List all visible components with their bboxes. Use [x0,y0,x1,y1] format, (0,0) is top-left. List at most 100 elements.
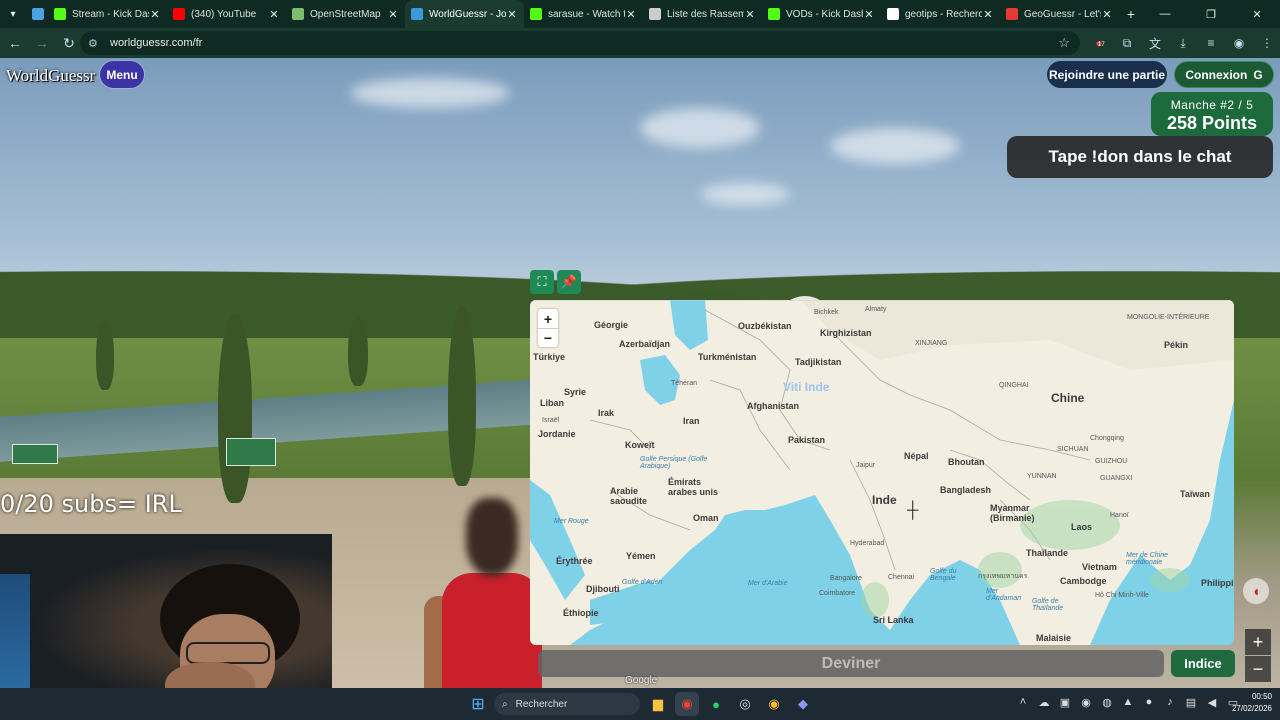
pedestrian-blurred [424,498,542,688]
discord-icon[interactable]: ◆ [791,692,815,716]
reload-icon[interactable]: ↻ [57,31,81,55]
browser-tab[interactable]: VODs - Kick Dashbo✕ [762,0,881,28]
browser-menu-icon[interactable]: ⋮ [1260,36,1274,50]
browser-tab[interactable]: Stream - Kick Dashb✕ [48,0,167,28]
map-label: Thaïlande [1026,548,1069,558]
worldguessr-logo[interactable]: WorldGuessr [6,66,95,86]
map-zoom-in-button[interactable]: + [538,309,558,328]
new-tab-button[interactable]: + [1119,6,1143,22]
onedrive-icon[interactable]: ☁ [1037,696,1051,712]
hint-button[interactable]: Indice [1171,650,1235,677]
kick-icon [530,8,542,20]
tray-app-icon[interactable]: ◉ [1079,696,1093,712]
cypress-tree [348,316,368,386]
map-label: GUIZHOU [1095,458,1128,465]
score-panel: Manche #2 / 5 258 Points [1151,92,1273,136]
taskbar-clock[interactable]: 00:50 27/02/2026 [1232,691,1272,715]
browser-tab[interactable]: WorldGuessr - Jouer✕ [405,0,524,28]
tab-title: VODs - Kick Dashbo [786,8,863,20]
tab-title: GeoGuessr - Let's ex [1024,8,1101,20]
bookmark-star-icon[interactable]: ☆ [1058,35,1070,51]
volume-icon[interactable]: ◀ [1205,696,1219,712]
browser-tab[interactable]: (340) YouTube ✕ [167,0,286,28]
tray-chevron-icon[interactable]: ˄ [1016,696,1030,712]
map-label: Golfe de Thaïlande [1032,598,1064,612]
close-tab-icon[interactable]: ✕ [982,8,994,21]
map-label: Érythrée [556,556,593,566]
close-tab-icon[interactable]: ✕ [744,8,756,21]
close-tab-icon[interactable]: ✕ [625,8,637,21]
close-tab-icon[interactable]: ✕ [387,8,399,21]
minimize-icon[interactable]: — [1142,0,1188,28]
webcam-feed [0,534,332,688]
expand-map-icon[interactable]: ⛶ [530,270,554,294]
media-icon[interactable]: ≡ [1204,36,1218,50]
tray-app-icon[interactable]: ▲ [1121,696,1135,712]
map-zoom-out-button[interactable]: − [538,328,558,347]
file-explorer-icon[interactable]: ▆ [646,692,670,716]
network-icon[interactable]: ▤ [1184,696,1198,712]
close-tab-icon[interactable]: ✕ [268,8,280,21]
cloud [700,183,790,205]
download-icon[interactable]: ⤓ [1176,36,1190,51]
join-game-button[interactable]: Rejoindre une partie [1047,61,1167,88]
screen: ▾ Stream - Kick Dashb✕(340) YouTube✕Open… [0,0,1280,720]
map-label: Cambodge [1060,576,1107,586]
site-info-icon[interactable]: ⚙ [88,37,102,50]
tray-app-icon[interactable]: ▣ [1058,696,1072,712]
list-icon [649,8,661,20]
map-label: Koweït [625,440,655,450]
browser-tab[interactable]: GeoGuessr - Let's ex✕ [1000,0,1119,28]
restore-icon[interactable]: ❐ [1188,0,1234,28]
taskbar-apps: ▆ ◉ ● ◎ ◉ ◆ [646,692,815,716]
spotify-tray-icon[interactable]: ● [1142,696,1156,712]
close-window-icon[interactable]: ✕ [1234,0,1280,28]
close-tab-icon[interactable]: ✕ [863,8,875,21]
tab-title: Liste des Rassemble [667,8,744,20]
tab-search-button[interactable]: ▾ [0,0,26,28]
tray-app-icon[interactable]: ◍ [1100,696,1114,712]
browser-tab[interactable] [26,0,48,28]
browser-tab[interactable]: sarasue - Watch the✕ [524,0,643,28]
map-label: Djibouti [586,584,620,594]
menu-button[interactable]: Menu [100,61,144,88]
browser-tab[interactable]: geotips - Recherche✕ [881,0,1000,28]
browser-tab-bar: ▾ Stream - Kick Dashb✕(340) YouTube✕Open… [0,0,1280,28]
map-label: Éthiopie [563,608,599,618]
map-label: Philippines [1201,578,1234,588]
obs-icon[interactable]: ◎ [733,692,757,716]
translate-icon[interactable]: 文 [1148,35,1162,52]
back-icon[interactable]: ← [3,31,27,55]
crosshair-icon: ┼ [907,502,919,519]
streetview-zoom-out-icon[interactable]: − [1245,656,1271,682]
close-tab-icon[interactable]: ✕ [149,8,161,21]
browser-tab[interactable]: OpenStreetMap ✕ [286,0,405,28]
streetview-zoom-in-icon[interactable]: + [1245,629,1271,655]
compass-icon[interactable]: ◖ [1243,578,1269,604]
profile-avatar[interactable]: ◉ [1232,36,1246,50]
extension-badge-icon[interactable]: ● 17 [1092,36,1106,50]
guess-button[interactable]: Deviner [538,650,1164,677]
close-tab-icon[interactable]: ✕ [1101,8,1113,21]
close-tab-icon[interactable]: ✕ [506,8,518,21]
pin-map-icon[interactable]: 📌 [557,270,581,294]
login-button[interactable]: Connexion G [1174,61,1274,88]
microphone-icon[interactable]: ♪ [1163,696,1177,712]
guess-map[interactable]: + − Viti Inde Géorgie Ouzbékistan Bichke… [530,300,1234,645]
map-label: QINGHAI [999,382,1029,389]
browser-tab[interactable]: Liste des Rassemble✕ [643,0,762,28]
forward-icon[interactable]: → [30,31,54,55]
address-bar[interactable]: ⚙ worldguessr.com/fr ☆ [80,31,1080,55]
chrome-profile-icon[interactable]: ◉ [762,692,786,716]
map-label: Chongqing [1090,435,1124,442]
windows-start-icon[interactable]: ⊞ [469,695,487,713]
taskbar-search[interactable]: ⌕ Rechercher [494,693,640,715]
map-label: GUANGXI [1100,475,1133,482]
spotify-icon[interactable]: ● [704,692,728,716]
clock-time: 00:50 [1251,692,1272,701]
map-label: Golfe Persique (Golfe Arabique) [640,456,708,470]
chrome-icon[interactable]: ◉ [675,692,699,716]
extensions-puzzle-icon[interactable]: ⧉ [1120,36,1134,51]
map-label: Malaisie [1036,633,1072,643]
map-label: Azerbaïdjan [619,339,671,349]
